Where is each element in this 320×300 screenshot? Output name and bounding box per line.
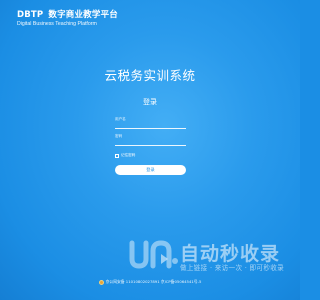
watermark: 自动秒收录 做上链接 · 来访一次 · 即可秒收录 — [128, 236, 284, 274]
password-input[interactable] — [115, 141, 186, 146]
remember-password[interactable]: 记住密码 — [115, 153, 135, 158]
brand-name-en: Digital Business Teaching Platform — [17, 21, 97, 27]
login-title: 登录 — [143, 98, 157, 106]
brand-logo: DBTP 数字商业教学平台 Digital Business Teaching P… — [17, 8, 123, 27]
system-title: 云税务实训系统 — [104, 68, 196, 83]
remember-label: 记住密码 — [121, 153, 136, 157]
footer: 京公网安备 11010802027891 京ICP备05064541号-5 — [0, 279, 300, 285]
police-badge-icon — [98, 279, 104, 285]
brand-name-cn: 数字商业教学平台 — [48, 10, 118, 20]
username-label: 用户名 — [115, 117, 126, 121]
brand-code: DBTP — [17, 10, 44, 20]
username-field: 用户名 — [115, 117, 186, 129]
footer-text[interactable]: 京公网安备 11010802027891 京ICP备05064541号-5 — [106, 279, 202, 285]
watermark-slogan: 做上链接 · 来访一次 · 即可秒收录 — [180, 264, 284, 272]
watermark-logo-icon — [129, 240, 178, 269]
remember-checkbox[interactable] — [115, 153, 119, 158]
password-label: 密码 — [115, 134, 123, 138]
username-input[interactable] — [115, 124, 186, 129]
login-button[interactable]: 登录 — [115, 165, 186, 175]
password-field: 密码 — [115, 134, 186, 146]
